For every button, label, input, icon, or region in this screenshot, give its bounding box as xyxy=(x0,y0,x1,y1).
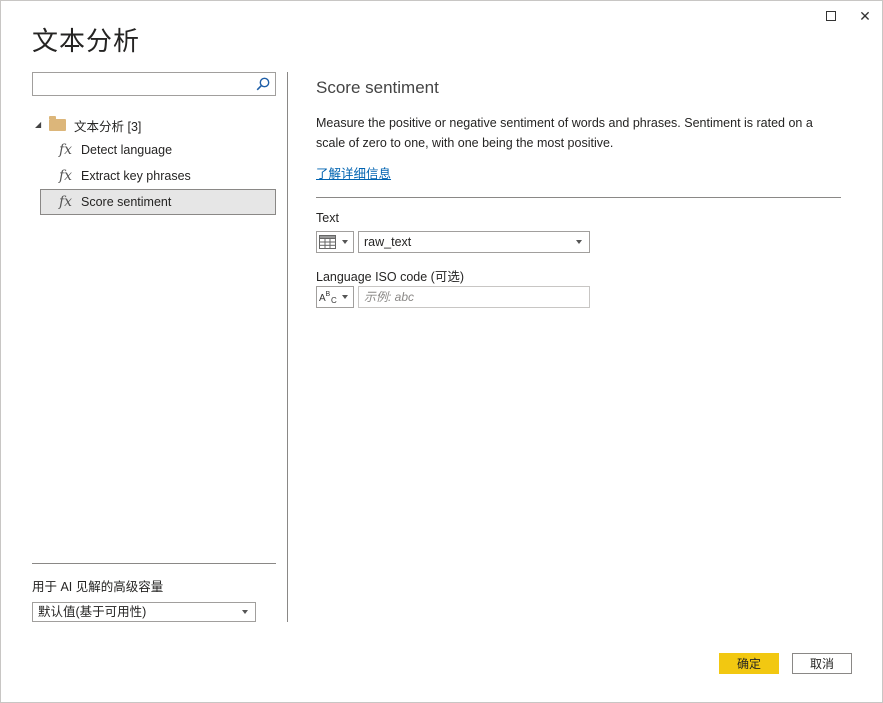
chevron-down-icon xyxy=(342,240,348,244)
search-icon[interactable] xyxy=(255,76,271,92)
function-icon: fx xyxy=(59,142,73,158)
dialog-title: 文本分析 xyxy=(32,26,141,56)
abc-text-icon: A B C xyxy=(319,291,337,305)
cancel-button[interactable]: 取消 xyxy=(792,653,852,674)
param-column-dropdown-text[interactable]: raw_text xyxy=(358,231,590,253)
tree-item-extract-key-phrases[interactable]: fx Extract key phrases xyxy=(40,163,276,189)
close-button[interactable]: ✕ xyxy=(854,5,876,27)
expand-caret-icon[interactable]: ◢ xyxy=(35,121,43,129)
search-input[interactable] xyxy=(33,73,248,95)
left-divider xyxy=(32,563,276,564)
function-tree: ◢ 文本分析 [3] fx Detect language fx Extract… xyxy=(35,113,276,215)
param-label-language: Language ISO code (可选) xyxy=(316,270,464,284)
learn-more-link[interactable]: 了解详细信息 xyxy=(316,163,391,182)
param-type-button-text[interactable] xyxy=(316,231,354,253)
tree-item-score-sentiment[interactable]: fx Score sentiment xyxy=(40,189,276,215)
right-divider xyxy=(316,197,841,198)
function-description: Measure the positive or negative sentime… xyxy=(316,116,813,150)
tree-item-label: Extract key phrases xyxy=(81,169,191,183)
function-icon: fx xyxy=(59,168,73,184)
close-icon: ✕ xyxy=(859,7,871,24)
chevron-down-icon xyxy=(242,610,248,614)
language-code-input[interactable] xyxy=(358,286,590,308)
search-box[interactable] xyxy=(32,72,276,96)
table-icon xyxy=(319,235,336,249)
function-title: Score sentiment xyxy=(316,78,439,97)
ok-button[interactable]: 确定 xyxy=(719,653,779,674)
capacity-dropdown[interactable]: 默认值(基于可用性) xyxy=(32,602,256,622)
capacity-label: 用于 AI 见解的高级容量 xyxy=(32,580,164,594)
function-icon: fx xyxy=(59,194,73,210)
svg-text:B: B xyxy=(326,291,331,298)
folder-icon xyxy=(49,116,66,131)
tree-item-detect-language[interactable]: fx Detect language xyxy=(40,137,276,163)
param-selected-column: raw_text xyxy=(364,235,412,249)
tree-folder-text-analytics[interactable]: ◢ 文本分析 [3] xyxy=(35,113,276,137)
tree-item-label: Detect language xyxy=(81,143,173,157)
param-label-text: Text xyxy=(316,211,339,225)
tree-item-label: Score sentiment xyxy=(81,195,172,209)
chevron-down-icon xyxy=(576,240,582,244)
dialog-window: ✕ 文本分析 ◢ 文本分析 [3] fx Detect language fx … xyxy=(0,0,883,703)
param-type-button-language[interactable]: A B C xyxy=(316,286,354,308)
svg-text:C: C xyxy=(331,296,337,305)
maximize-button[interactable] xyxy=(820,5,842,27)
capacity-selected-value: 默认值(基于可用性) xyxy=(38,605,147,619)
pane-divider xyxy=(287,72,288,622)
chevron-down-icon xyxy=(342,295,348,299)
maximize-icon xyxy=(826,11,836,21)
tree-folder-label: 文本分析 [3] xyxy=(74,119,142,134)
